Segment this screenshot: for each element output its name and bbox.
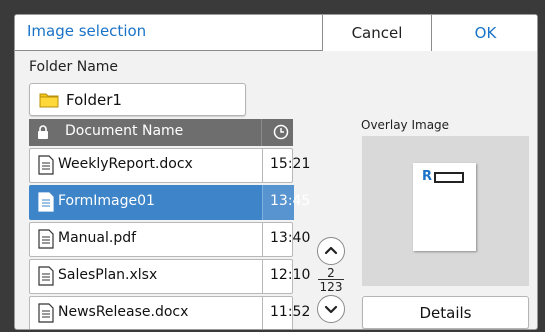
- document-icon: [38, 303, 54, 323]
- clock-icon[interactable]: [273, 124, 289, 140]
- table-row[interactable]: NewsRelease.docx 11:52: [29, 296, 310, 329]
- document-name: WeeklyReport.docx: [58, 156, 193, 172]
- lock-icon[interactable]: [37, 125, 49, 139]
- table-row[interactable]: Manual.pdf 13:40: [29, 222, 310, 257]
- document-icon: [38, 192, 54, 212]
- document-time: 13:45: [270, 193, 311, 209]
- document-time: 11:52: [270, 304, 311, 320]
- page-total: 123: [319, 280, 343, 294]
- overlay-form-box: [434, 172, 464, 183]
- details-button[interactable]: Details: [362, 296, 529, 329]
- page-down-button[interactable]: [317, 295, 345, 323]
- folder-name-label: Folder Name: [29, 59, 119, 75]
- column-header-document-name[interactable]: Document Name: [65, 123, 183, 139]
- table-row[interactable]: SalesPlan.xlsx 12:10: [29, 259, 310, 294]
- document-time: 13:40: [270, 230, 311, 246]
- table-header: Document Name: [29, 119, 293, 146]
- document-time: 15:21: [270, 156, 311, 172]
- image-selection-dialog: Image selection Cancel OK Folder Name Fo…: [14, 14, 538, 330]
- folder-select-button[interactable]: Folder1: [29, 83, 246, 116]
- cancel-button[interactable]: Cancel: [322, 15, 431, 51]
- column-divider: [261, 119, 262, 146]
- folder-name-value: Folder1: [66, 91, 122, 109]
- document-icon: [38, 266, 54, 286]
- table-row-selected[interactable]: FormImage01 13:45: [29, 185, 310, 220]
- document-name: FormImage01: [58, 193, 155, 209]
- document-name: NewsRelease.docx: [58, 304, 189, 320]
- table-row[interactable]: WeeklyReport.docx 15:21: [29, 148, 310, 183]
- ok-button[interactable]: OK: [431, 15, 537, 51]
- chevron-down-icon: [324, 305, 338, 314]
- chevron-up-icon: [324, 246, 338, 255]
- overlay-logo-mark: R: [422, 169, 433, 184]
- document-icon: [38, 155, 54, 175]
- document-name: SalesPlan.xlsx: [58, 267, 158, 283]
- overlay-preview: R: [362, 136, 529, 286]
- document-icon: [38, 229, 54, 249]
- folder-icon: [39, 93, 59, 108]
- document-name: Manual.pdf: [58, 230, 137, 246]
- title-bar: Image selection Cancel OK: [15, 15, 537, 51]
- page-up-button[interactable]: [317, 237, 345, 265]
- document-time: 12:10: [270, 267, 311, 283]
- page-current: 2: [327, 266, 335, 280]
- overlay-document-thumbnail: R: [413, 163, 476, 251]
- dialog-title: Image selection: [27, 22, 147, 40]
- document-table: Document Name WeeklyReport.docx 15:21 Fo…: [29, 119, 310, 329]
- overlay-image-label: Overlay Image: [361, 118, 450, 132]
